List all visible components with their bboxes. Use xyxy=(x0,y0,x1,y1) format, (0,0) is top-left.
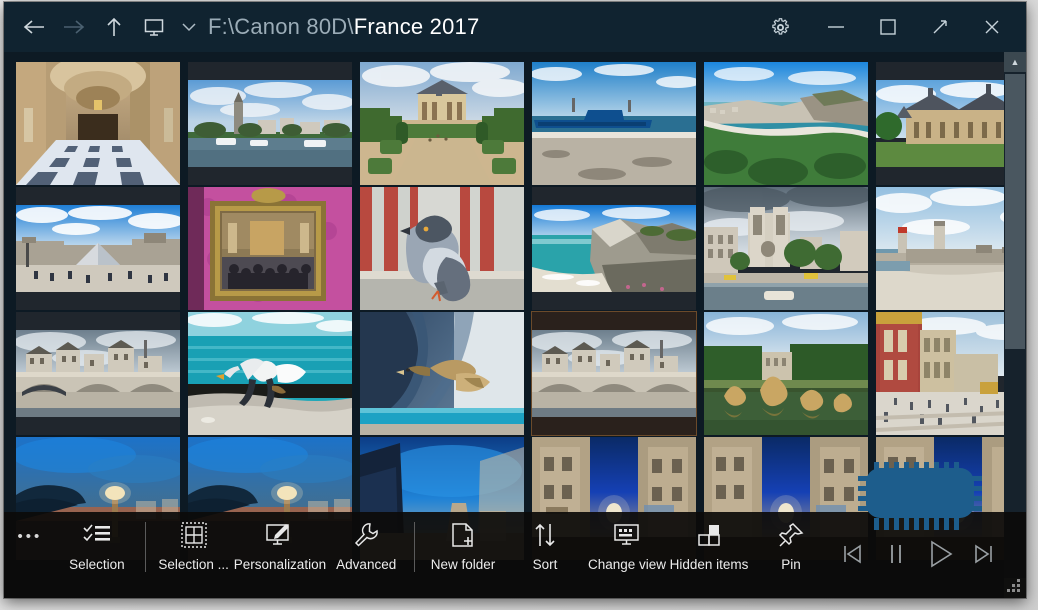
thumbnail-item[interactable] xyxy=(704,62,868,185)
back-button[interactable] xyxy=(14,7,54,47)
toolbar-item-pin[interactable]: Pin xyxy=(750,512,832,592)
close-icon[interactable] xyxy=(966,5,1018,49)
screenshot-root: F:\Canon 80D\ France 2017 ▲ ••• Selectio… xyxy=(0,0,1038,610)
new-folder-icon xyxy=(450,520,476,550)
toolbar-label: Hidden items xyxy=(669,557,749,572)
toolbar-label: Advanced xyxy=(336,557,397,572)
thumbnail-image xyxy=(532,330,696,417)
toolbar-item-selection-options[interactable]: Selection ... xyxy=(153,512,235,592)
desktop-icon[interactable] xyxy=(134,7,174,47)
chevron-down-icon[interactable] xyxy=(176,7,202,47)
toolbar-separator xyxy=(144,522,146,572)
thumbnail-grid xyxy=(16,62,1026,560)
thumbnail-image xyxy=(704,62,868,185)
thumbnail-image xyxy=(16,330,180,417)
scrollbar-thumb[interactable] xyxy=(1005,74,1025,349)
title-bar: F:\Canon 80D\ France 2017 xyxy=(4,2,1026,52)
toolbar-item-hidden-items[interactable]: Hidden items xyxy=(668,512,750,592)
toolbar-item-personalization[interactable]: Personalization xyxy=(233,512,327,592)
toolbar-label: Selection ... xyxy=(158,557,229,572)
fullscreen-diagonal-button[interactable] xyxy=(914,5,966,49)
sort-arrows-icon xyxy=(532,520,558,550)
toolbar-separator xyxy=(414,522,415,572)
select-grid-icon xyxy=(180,520,207,550)
breadcrumb[interactable]: F:\Canon 80D\ France 2017 xyxy=(208,14,479,40)
thumbnail-image xyxy=(188,312,352,435)
toolbar-label: Change view xyxy=(587,557,667,572)
thumbnail-item[interactable] xyxy=(16,187,180,310)
thumbnail-item[interactable] xyxy=(704,312,868,435)
thumbnail-item[interactable] xyxy=(704,187,868,310)
pin-icon xyxy=(778,520,804,550)
toolbar-item-advanced[interactable]: Advanced xyxy=(325,512,407,592)
scroll-up-arrow[interactable]: ▲ xyxy=(1004,52,1026,72)
thumbnail-item[interactable] xyxy=(16,62,180,185)
thumbnail-item[interactable] xyxy=(360,187,524,310)
change-view-icon xyxy=(612,520,642,550)
thumbnail-image xyxy=(532,205,696,292)
scrollbar-track[interactable] xyxy=(1004,72,1026,578)
monitor-brush-icon xyxy=(265,520,295,550)
thumbnail-item[interactable] xyxy=(188,312,352,435)
checklist-icon xyxy=(83,520,111,550)
breadcrumb-current: France 2017 xyxy=(353,14,480,39)
thumbnail-item[interactable] xyxy=(360,62,524,185)
thumbnail-image xyxy=(704,312,868,435)
forward-button[interactable] xyxy=(54,7,94,47)
thumbnail-item[interactable] xyxy=(360,312,524,435)
resize-grip[interactable] xyxy=(1006,578,1020,592)
thumbnail-image xyxy=(704,187,868,310)
toolbar-item-change-view[interactable]: Change view xyxy=(586,512,668,592)
toolbar-label: Pin xyxy=(781,557,801,572)
thumbnail-item[interactable] xyxy=(532,187,696,310)
thumbnail-image xyxy=(360,187,524,310)
thumbnail-item[interactable] xyxy=(188,62,352,185)
toolbar-label: Sort xyxy=(532,557,558,572)
thumbnail-item-selected[interactable] xyxy=(531,311,697,436)
thumbnail-item[interactable] xyxy=(16,312,180,435)
thumbnail-image xyxy=(16,205,180,292)
file-explorer-window: F:\Canon 80D\ France 2017 ▲ ••• Selectio… xyxy=(4,2,1026,598)
toolbar-item-selection[interactable]: Selection xyxy=(56,512,138,592)
toolbar-item-sort[interactable]: Sort xyxy=(504,512,586,592)
thumbnail-image xyxy=(188,187,352,310)
toolbar-item-new-folder[interactable]: New folder xyxy=(422,512,504,592)
thumbnail-item[interactable] xyxy=(188,187,352,310)
minimize-button[interactable] xyxy=(810,5,862,49)
overflow-menu-button[interactable]: ••• xyxy=(4,512,56,598)
toolbar-label: New folder xyxy=(430,557,496,572)
thumbnail-image xyxy=(360,312,524,435)
thumbnail-image xyxy=(188,80,352,167)
toolbar-label: Selection xyxy=(69,557,125,572)
thumbnail-image xyxy=(532,62,696,185)
navigation-buttons xyxy=(4,7,202,47)
hidden-items-icon xyxy=(696,520,722,550)
gear-icon[interactable] xyxy=(750,5,810,49)
breadcrumb-prefix: F:\Canon 80D\ xyxy=(208,14,354,39)
thumbnail-item[interactable] xyxy=(532,62,696,185)
maximize-button[interactable] xyxy=(862,5,914,49)
toolbar-label: Personalization xyxy=(233,557,327,572)
up-button[interactable] xyxy=(94,7,134,47)
wrench-icon xyxy=(353,520,379,550)
chip-overlay-graphic xyxy=(856,458,984,540)
thumbnail-image xyxy=(360,62,524,185)
window-controls xyxy=(750,5,1026,49)
thumbnail-image xyxy=(16,62,180,185)
